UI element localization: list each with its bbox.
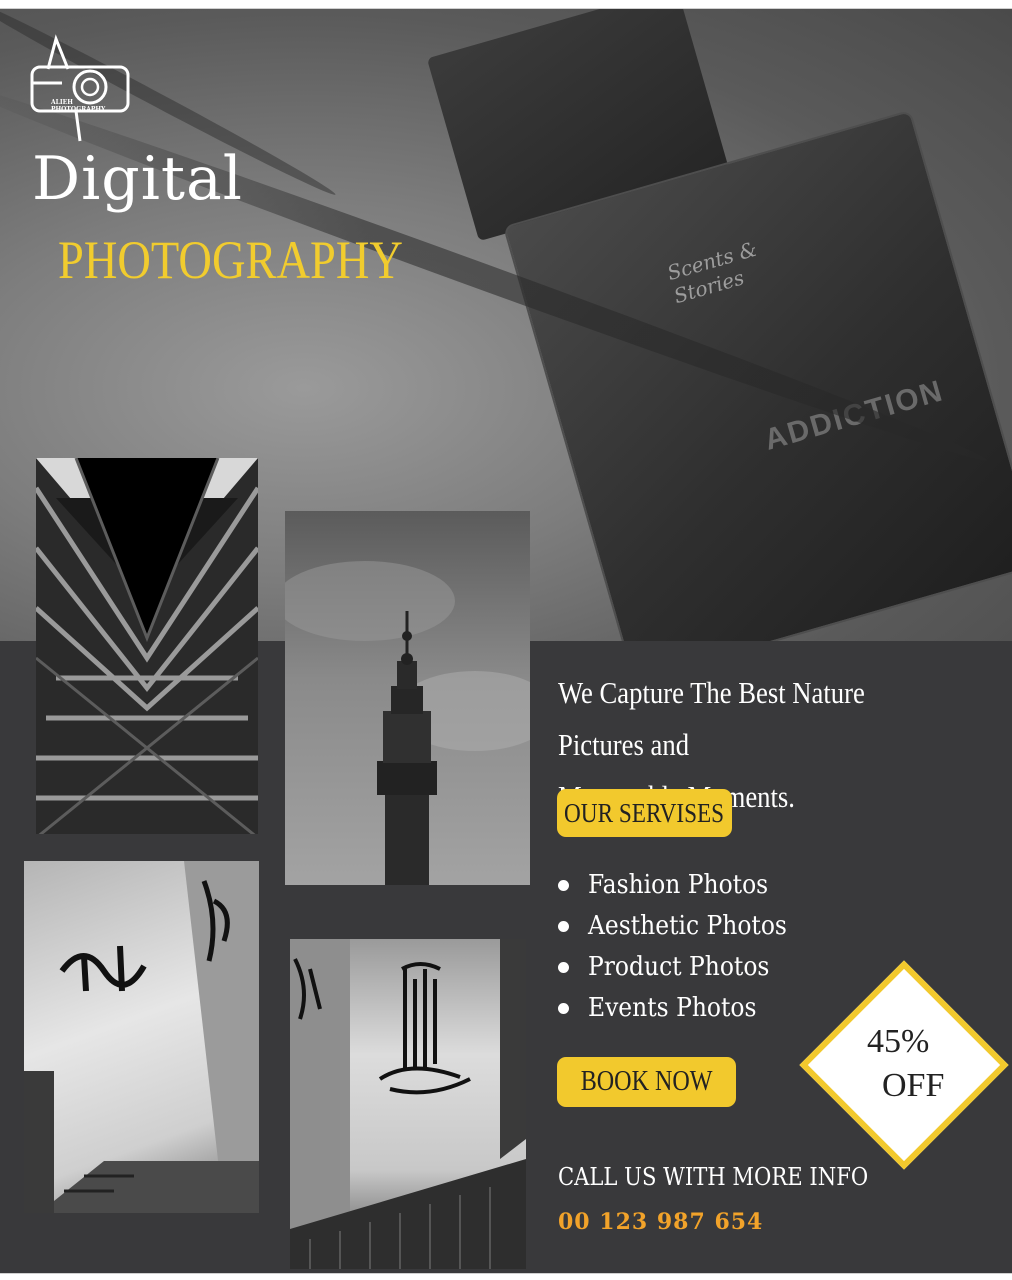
photo-wall-calligraphy-1	[24, 861, 259, 1213]
calligraphy-stair-image	[290, 939, 526, 1269]
book-now-button[interactable]: BOOK NOW	[557, 1057, 736, 1107]
logo-wordmark: ALIEH PHOTOGRAPHY	[51, 99, 141, 113]
services-list: Fashion Photos Aesthetic Photos Product …	[556, 865, 809, 1029]
logo-text-line2: PHOTOGRAPHY	[51, 106, 106, 113]
service-item-events: Events Photos	[556, 988, 809, 1029]
services-heading-badge: OUR SERVISES	[557, 789, 732, 837]
service-label: Fashion Photos	[588, 870, 769, 900]
calligraphy-wall-image	[24, 861, 259, 1213]
service-label: Aesthetic Photos	[588, 911, 787, 941]
bullet-icon	[558, 880, 569, 891]
service-item-fashion: Fashion Photos	[556, 865, 809, 906]
bullet-icon	[558, 921, 569, 932]
steel-structure-image	[36, 458, 258, 834]
contact-label: CALL US WITH MORE INFO	[558, 1163, 869, 1191]
photo-wall-calligraphy-2	[290, 939, 526, 1269]
title-digital: Digital	[32, 144, 243, 214]
bullet-icon	[558, 962, 569, 973]
bullet-icon	[558, 1003, 569, 1014]
logo-text-line1: ALIEH	[51, 99, 73, 106]
minaret-image	[285, 561, 530, 885]
brand-logo: ALIEH PHOTOGRAPHY	[26, 31, 134, 143]
tagline-line1: We Capture The Best Nature Pictures and	[558, 675, 865, 762]
services-heading-label: OUR SERVISES	[564, 797, 725, 828]
camera-logo-icon	[30, 34, 130, 142]
photo-minaret	[285, 511, 530, 885]
book-now-label: BOOK NOW	[580, 1066, 713, 1097]
service-item-product: Product Photos	[556, 947, 809, 988]
phone-number[interactable]: 00 123 987 654	[558, 1209, 763, 1235]
discount-value: 45%	[867, 1023, 930, 1060]
flyer-poster: Scents & Stories ADDICTION ALIEH PHOTOGR…	[0, 8, 1012, 1274]
service-label: Events Photos	[588, 993, 757, 1023]
service-item-aesthetic: Aesthetic Photos	[556, 906, 809, 947]
photo-steel-structure	[36, 458, 258, 834]
service-label: Product Photos	[588, 952, 770, 982]
discount-off-label: OFF	[882, 1067, 945, 1104]
title-photography: PHOTOGRAPHY	[58, 230, 403, 290]
